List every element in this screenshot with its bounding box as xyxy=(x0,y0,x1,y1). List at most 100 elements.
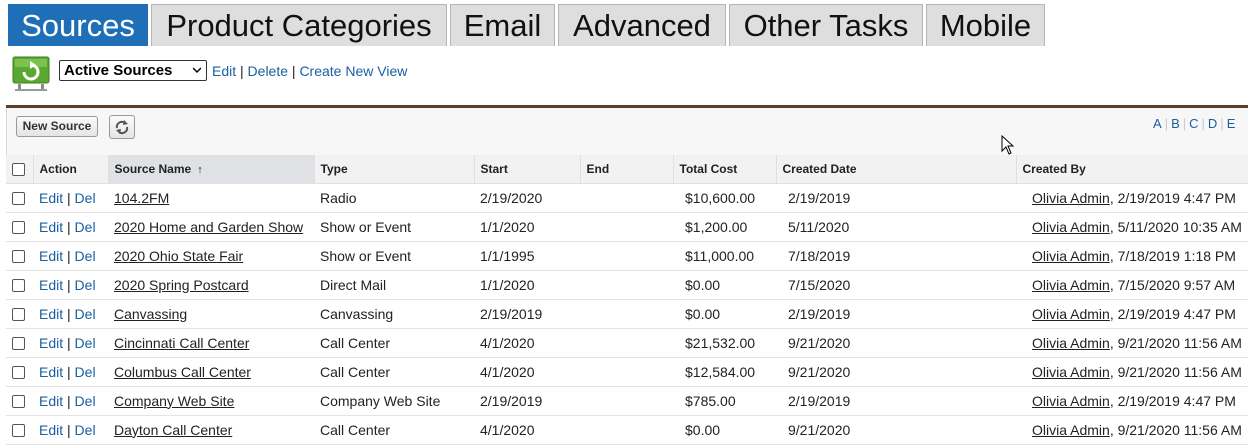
separator: | xyxy=(67,421,71,438)
alpha-c[interactable]: C xyxy=(1189,116,1198,131)
row-checkbox[interactable] xyxy=(12,279,25,293)
separator: | xyxy=(67,247,71,264)
view-select[interactable]: Active Sources xyxy=(59,60,207,81)
refresh-view-icon[interactable] xyxy=(12,56,50,92)
row-delete-link[interactable]: Del xyxy=(75,219,96,235)
sort-ascending-icon: ↑ xyxy=(197,163,203,176)
created-by-cell: Olivia Admin, 2/19/2019 4:47 PM xyxy=(1016,299,1248,329)
start-cell: 2/19/2019 xyxy=(474,386,580,416)
source-name-link[interactable]: Canvassing xyxy=(114,306,187,322)
row-checkbox[interactable] xyxy=(12,424,25,438)
row-delete-link[interactable]: Del xyxy=(75,277,96,293)
col-created-date[interactable]: Created Date xyxy=(776,155,1017,184)
col-total-cost[interactable]: Total Cost xyxy=(673,155,777,184)
created-by-user-link[interactable]: Olivia Admin xyxy=(1032,393,1110,409)
row-checkbox[interactable] xyxy=(12,337,25,351)
col-type[interactable]: Type xyxy=(314,155,475,184)
chevron-down-icon xyxy=(193,67,201,74)
total-cost-cell: $10,600.00 xyxy=(673,183,776,213)
row-checkbox[interactable] xyxy=(12,221,25,235)
table-row: Edit | Del Columbus Call Center Call Cente… xyxy=(6,357,1248,387)
row-select-cell xyxy=(6,270,33,300)
created-by-user-link[interactable]: Olivia Admin xyxy=(1032,248,1110,264)
new-source-button[interactable]: New Source xyxy=(16,116,98,137)
created-by-user-link[interactable]: Olivia Admin xyxy=(1032,219,1110,235)
created-by-user-link[interactable]: Olivia Admin xyxy=(1032,364,1110,380)
source-name-cell: 2020 Ohio State Fair xyxy=(108,241,314,271)
select-all-checkbox[interactable] xyxy=(12,162,25,176)
source-name-link[interactable]: 2020 Ohio State Fair xyxy=(114,248,243,264)
tab-product-categories[interactable]: Product Categories xyxy=(151,4,447,46)
row-delete-link[interactable]: Del xyxy=(75,306,96,322)
alpha-b[interactable]: B xyxy=(1171,116,1180,131)
view-links: Edit | Delete | Create New View xyxy=(212,63,407,79)
row-edit-link[interactable]: Edit xyxy=(39,335,63,351)
create-new-view-link[interactable]: Create New View xyxy=(299,63,407,79)
source-name-cell: Dayton Call Center xyxy=(108,415,314,445)
row-edit-link[interactable]: Edit xyxy=(39,277,63,293)
end-cell xyxy=(580,241,673,271)
row-delete-link[interactable]: Del xyxy=(75,190,96,206)
tab-advanced[interactable]: Advanced xyxy=(558,4,726,46)
col-source-name[interactable]: Source Name ↑ xyxy=(108,155,315,184)
row-edit-link[interactable]: Edit xyxy=(39,190,63,206)
type-cell: Company Web Site xyxy=(314,386,474,416)
row-edit-link[interactable]: Edit xyxy=(39,248,63,264)
tab-sources[interactable]: Sources xyxy=(8,4,148,46)
source-name-link[interactable]: 2020 Spring Postcard xyxy=(114,277,249,293)
row-checkbox[interactable] xyxy=(12,250,25,264)
source-name-link[interactable]: Cincinnati Call Center xyxy=(114,335,249,351)
row-edit-link[interactable]: Edit xyxy=(39,422,63,438)
row-edit-link[interactable]: Edit xyxy=(39,306,63,322)
type-cell: Show or Event xyxy=(314,212,474,242)
row-delete-link[interactable]: Del xyxy=(75,364,96,380)
col-created-by[interactable]: Created By xyxy=(1016,155,1248,184)
row-select-cell xyxy=(6,212,33,242)
created-date-cell: 2/19/2019 xyxy=(776,386,1016,416)
created-by-user-link[interactable]: Olivia Admin xyxy=(1032,190,1110,206)
created-by-cell: Olivia Admin, 7/18/2019 1:18 PM xyxy=(1016,241,1248,271)
source-name-link[interactable]: 2020 Home and Garden Show xyxy=(114,219,303,235)
col-end[interactable]: End xyxy=(580,155,674,184)
type-cell: Canvassing xyxy=(314,299,474,329)
row-delete-link[interactable]: Del xyxy=(75,248,96,264)
source-name-link[interactable]: Dayton Call Center xyxy=(114,422,232,438)
source-name-link[interactable]: Columbus Call Center xyxy=(114,364,251,380)
row-checkbox[interactable] xyxy=(12,395,25,409)
edit-view-link[interactable]: Edit xyxy=(212,63,236,79)
created-by-user-link[interactable]: Olivia Admin xyxy=(1032,335,1110,351)
refresh-button[interactable] xyxy=(109,115,135,139)
alpha-a[interactable]: A xyxy=(1153,116,1162,131)
row-delete-link[interactable]: Del xyxy=(75,422,96,438)
type-cell: Show or Event xyxy=(314,241,474,271)
source-name-cell: 2020 Spring Postcard xyxy=(108,270,314,300)
row-checkbox[interactable] xyxy=(12,366,25,380)
tab-other-tasks[interactable]: Other Tasks xyxy=(729,4,923,46)
row-delete-link[interactable]: Del xyxy=(75,335,96,351)
table-row: Edit | Del Company Web Site Company Web Si… xyxy=(6,386,1248,416)
tab-email[interactable]: Email xyxy=(450,4,555,46)
row-checkbox[interactable] xyxy=(12,308,25,322)
table-row: Edit | Del 2020 Spring Postcard Direct Mai… xyxy=(6,270,1248,300)
row-delete-link[interactable]: Del xyxy=(75,393,96,409)
start-cell: 2/19/2020 xyxy=(474,183,580,213)
alpha-d[interactable]: D xyxy=(1208,116,1217,131)
row-edit-link[interactable]: Edit xyxy=(39,393,63,409)
row-edit-link[interactable]: Edit xyxy=(39,364,63,380)
created-by-user-link[interactable]: Olivia Admin xyxy=(1032,277,1110,293)
row-edit-link[interactable]: Edit xyxy=(39,219,63,235)
row-checkbox[interactable] xyxy=(12,192,25,206)
row-actions: Edit | Del xyxy=(33,415,108,445)
delete-view-link[interactable]: Delete xyxy=(248,63,288,79)
source-name-link[interactable]: Company Web Site xyxy=(114,393,234,409)
created-date-cell: 7/18/2019 xyxy=(776,241,1016,271)
row-actions: Edit | Del xyxy=(33,328,108,358)
created-date-cell: 2/19/2019 xyxy=(776,183,1016,213)
tab-mobile[interactable]: Mobile xyxy=(926,4,1045,46)
col-start[interactable]: Start xyxy=(474,155,581,184)
source-name-link[interactable]: 104.2FM xyxy=(114,190,169,206)
created-by-user-link[interactable]: Olivia Admin xyxy=(1032,422,1110,438)
created-by-user-link[interactable]: Olivia Admin xyxy=(1032,306,1110,322)
row-select-cell xyxy=(6,241,33,271)
alpha-e[interactable]: E xyxy=(1227,116,1236,131)
